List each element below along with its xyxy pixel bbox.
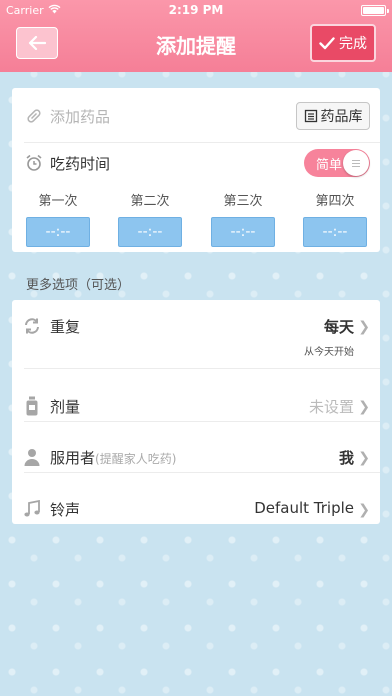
options-card: 重复 每天 从今天开始 ❯ 剂量 未设置 ❯ 服用者(提醒家人吃药) 我 ❯ 铃… <box>12 300 380 524</box>
divider <box>24 421 380 422</box>
medicine-card: 添加药品 药品库 吃药时间 简单 第一次 --:-- 第二次 --:-- 第三次… <box>12 88 380 252</box>
divider <box>24 368 380 369</box>
ringtone-label: 铃声 <box>50 501 81 519</box>
person-icon <box>22 447 42 467</box>
dosage-value: 未设置 <box>308 398 354 416</box>
schedule-label: 吃药时间 <box>50 154 111 173</box>
status-bar: Carrier 2:19 PM <box>0 0 392 20</box>
repeat-value: 每天 <box>323 318 354 336</box>
repeat-label: 重复 <box>50 318 81 336</box>
repeat-icon <box>22 316 42 336</box>
schedule-mode-toggle[interactable]: 简单 <box>304 149 370 177</box>
status-time: 2:19 PM <box>168 3 224 17</box>
dose-slot-1: 第一次 --:-- <box>26 190 90 247</box>
repeat-row[interactable]: 重复 每天 从今天开始 ❯ <box>12 300 380 358</box>
done-button[interactable]: 完成 <box>310 24 376 62</box>
dose-time-button[interactable]: --:-- <box>303 217 367 247</box>
chevron-right-icon: ❯ <box>358 502 370 518</box>
user-row[interactable]: 服用者(提醒家人吃药) 我 ❯ <box>12 431 380 483</box>
dose-time-button[interactable]: --:-- <box>211 217 275 247</box>
ringtone-value: Default Triple <box>254 499 354 517</box>
battery-icon <box>361 5 389 16</box>
divider <box>24 142 380 143</box>
user-hint: (提醒家人吃药) <box>95 452 177 466</box>
divider <box>24 472 380 473</box>
chevron-right-icon: ❯ <box>358 399 370 415</box>
chevron-right-icon: ❯ <box>358 450 370 466</box>
nav-header: Carrier 2:19 PM 添加提醒 完成 <box>0 0 392 72</box>
dosage-row[interactable]: 剂量 未设置 ❯ <box>12 380 380 432</box>
dose-label: 第三次 <box>223 194 263 209</box>
user-label: 服用者(提醒家人吃药) <box>50 449 177 467</box>
list-icon <box>304 109 317 123</box>
dose-slot-2: 第二次 --:-- <box>118 190 182 247</box>
medicine-library-button[interactable]: 药品库 <box>296 102 370 130</box>
chevron-right-icon: ❯ <box>358 319 370 335</box>
dose-label: 第二次 <box>130 194 170 209</box>
repeat-start-text: 从今天开始 <box>304 347 354 358</box>
music-note-icon <box>22 499 42 519</box>
dose-slot-4: 第四次 --:-- <box>303 190 367 247</box>
dose-time-button[interactable]: --:-- <box>26 217 90 247</box>
add-medicine-input[interactable]: 添加药品 <box>50 106 110 127</box>
dose-time-button[interactable]: --:-- <box>118 217 182 247</box>
dose-label: 第四次 <box>315 194 355 209</box>
pill-icon <box>25 108 43 124</box>
dose-label: 第一次 <box>38 194 78 209</box>
more-options-title: 更多选项（可选） <box>26 278 131 293</box>
done-label: 完成 <box>339 36 367 52</box>
user-value: 我 <box>338 449 354 467</box>
alarm-clock-icon <box>24 154 44 172</box>
toggle-knob <box>343 150 369 176</box>
dosage-label: 剂量 <box>50 398 81 416</box>
medicine-bottle-icon <box>22 396 42 416</box>
medicine-library-label: 药品库 <box>320 109 363 125</box>
ringtone-row[interactable]: 铃声 Default Triple ❯ <box>12 483 380 535</box>
schedule-mode-label: 简单 <box>316 157 343 173</box>
check-icon <box>319 36 335 49</box>
dose-slot-3: 第三次 --:-- <box>211 190 275 247</box>
